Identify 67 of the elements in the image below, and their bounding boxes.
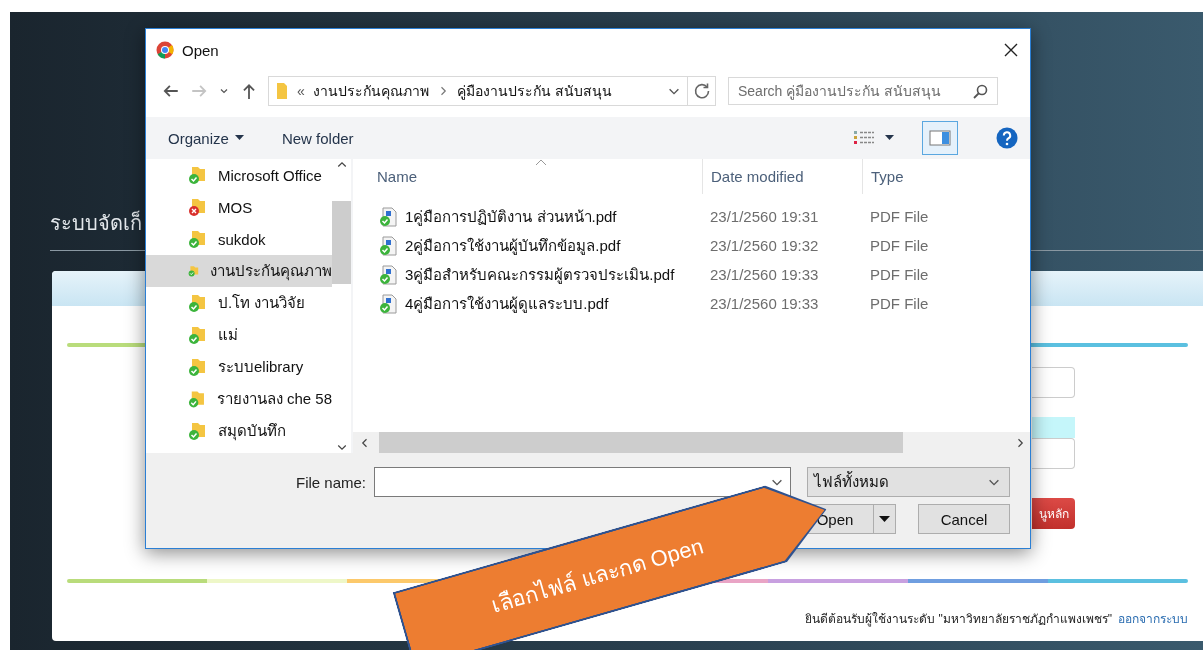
sidebar-item[interactable]: Microsoft Office [146,159,332,191]
date-cell-text: 23/1/2560 19:31 [709,208,820,225]
preview-pane-icon [929,130,951,146]
refresh-button[interactable] [688,76,716,106]
text-field[interactable] [1032,367,1075,398]
sidebar-item[interactable]: สมุดบันทึก [146,415,332,447]
sidebar-item[interactable]: แม่ [146,319,332,351]
welcome-text: ยินดีต้อนรับผู้ใช้งานระดับ "มหาวิทยาลัยราชภัฏกำแพงเพชร" [805,611,1112,628]
file-name[interactable]: 4คู่มือการใช้งานผู้ดูแลระบบ.pdf [353,291,702,316]
address-bar[interactable]: « งานประกันคุณภาพ คู่มืองานประกัน สนับสนุน [268,76,688,106]
caret-icon [234,135,244,141]
sidebar-item[interactable]: งานประกันคุณภาพ [146,255,332,287]
sidebar-item[interactable]: sukdok [146,223,332,255]
search-icon [972,84,988,100]
path-segment[interactable]: คู่มืองานประกัน สนับสนุน [456,80,612,102]
date-cell-text: 23/1/2560 19:33 [709,295,820,312]
close-button[interactable] [1004,43,1018,57]
open-options-button[interactable] [874,504,896,534]
horizontal-scrollbar[interactable] [353,432,1030,453]
type-cell-text: PDF File [869,295,930,312]
app-logo-icon [156,41,174,59]
sidebar-item[interactable]: MOS [146,191,332,223]
dialog-title: Open [182,41,220,59]
cancel-button[interactable]: Cancel [918,504,1010,534]
column-header[interactable]: Name [353,159,702,194]
sort-caret-icon [535,159,547,166]
type-cell-text: PDF File [869,266,930,283]
caret-icon [879,515,890,523]
path-overflow: « [297,83,305,99]
path-segment[interactable]: งานประกันคุณภาพ [312,80,429,102]
preview-pane-button[interactable] [922,121,958,155]
file-type-dropdown[interactable]: ไฟล์ทั้งหมด [807,467,1010,497]
organize-button[interactable]: Organize [168,129,244,147]
column-header[interactable]: Date modified [702,159,862,194]
sidebar-item[interactable]: ป.โท งานวิจัย [146,287,332,319]
type-cell-text: PDF File [869,208,930,225]
document-check-icon [379,206,397,227]
caret-icon [885,135,894,141]
file-name[interactable]: 3คู่มือสำหรับคณะกรรมผู้ตรวจประเมิน.pdf [353,262,702,287]
new-folder-button[interactable]: New folder [281,129,354,147]
page-title: ระบบจัดเก็ [50,209,142,236]
document-check-icon [379,264,397,285]
file-name[interactable]: 2คู่มือการใช้งานผู้บันทึกข้อมูล.pdf [353,233,702,258]
vertical-scrollbar[interactable] [332,159,351,453]
close-icon [1004,43,1018,57]
type-cell-text: PDF File [869,237,930,254]
details-view-icon [853,129,875,147]
help-icon [996,127,1018,149]
sidebar-item[interactable]: รายงานลง che 58 [146,383,332,415]
refresh-icon [692,82,711,100]
sidebar-item[interactable]: ระบบelibrary [146,351,332,383]
file-name-label: File name: [295,473,366,491]
menu-button[interactable]: นูหลัก [1032,498,1075,529]
view-options-button[interactable] [853,129,894,147]
help-button[interactable] [996,127,1018,149]
file-name-field[interactable] [374,467,791,497]
folder-icon [275,82,289,100]
date-cell-text: 23/1/2560 19:32 [709,237,820,254]
column-header[interactable]: Type [862,159,1030,194]
logout-link[interactable]: ออกจากระบบ [1118,609,1188,628]
info-bar [1032,417,1075,438]
text-field[interactable] [1032,438,1075,469]
file-name[interactable]: 1คู่มือการปฏิบัติงาน ส่วนหน้า.pdf [353,204,702,229]
search-field[interactable]: Search คู่มืองานประกัน สนับสนุน [728,77,998,105]
document-check-icon [379,293,397,314]
document-check-icon [379,235,397,256]
date-cell-text: 23/1/2560 19:33 [709,266,820,283]
